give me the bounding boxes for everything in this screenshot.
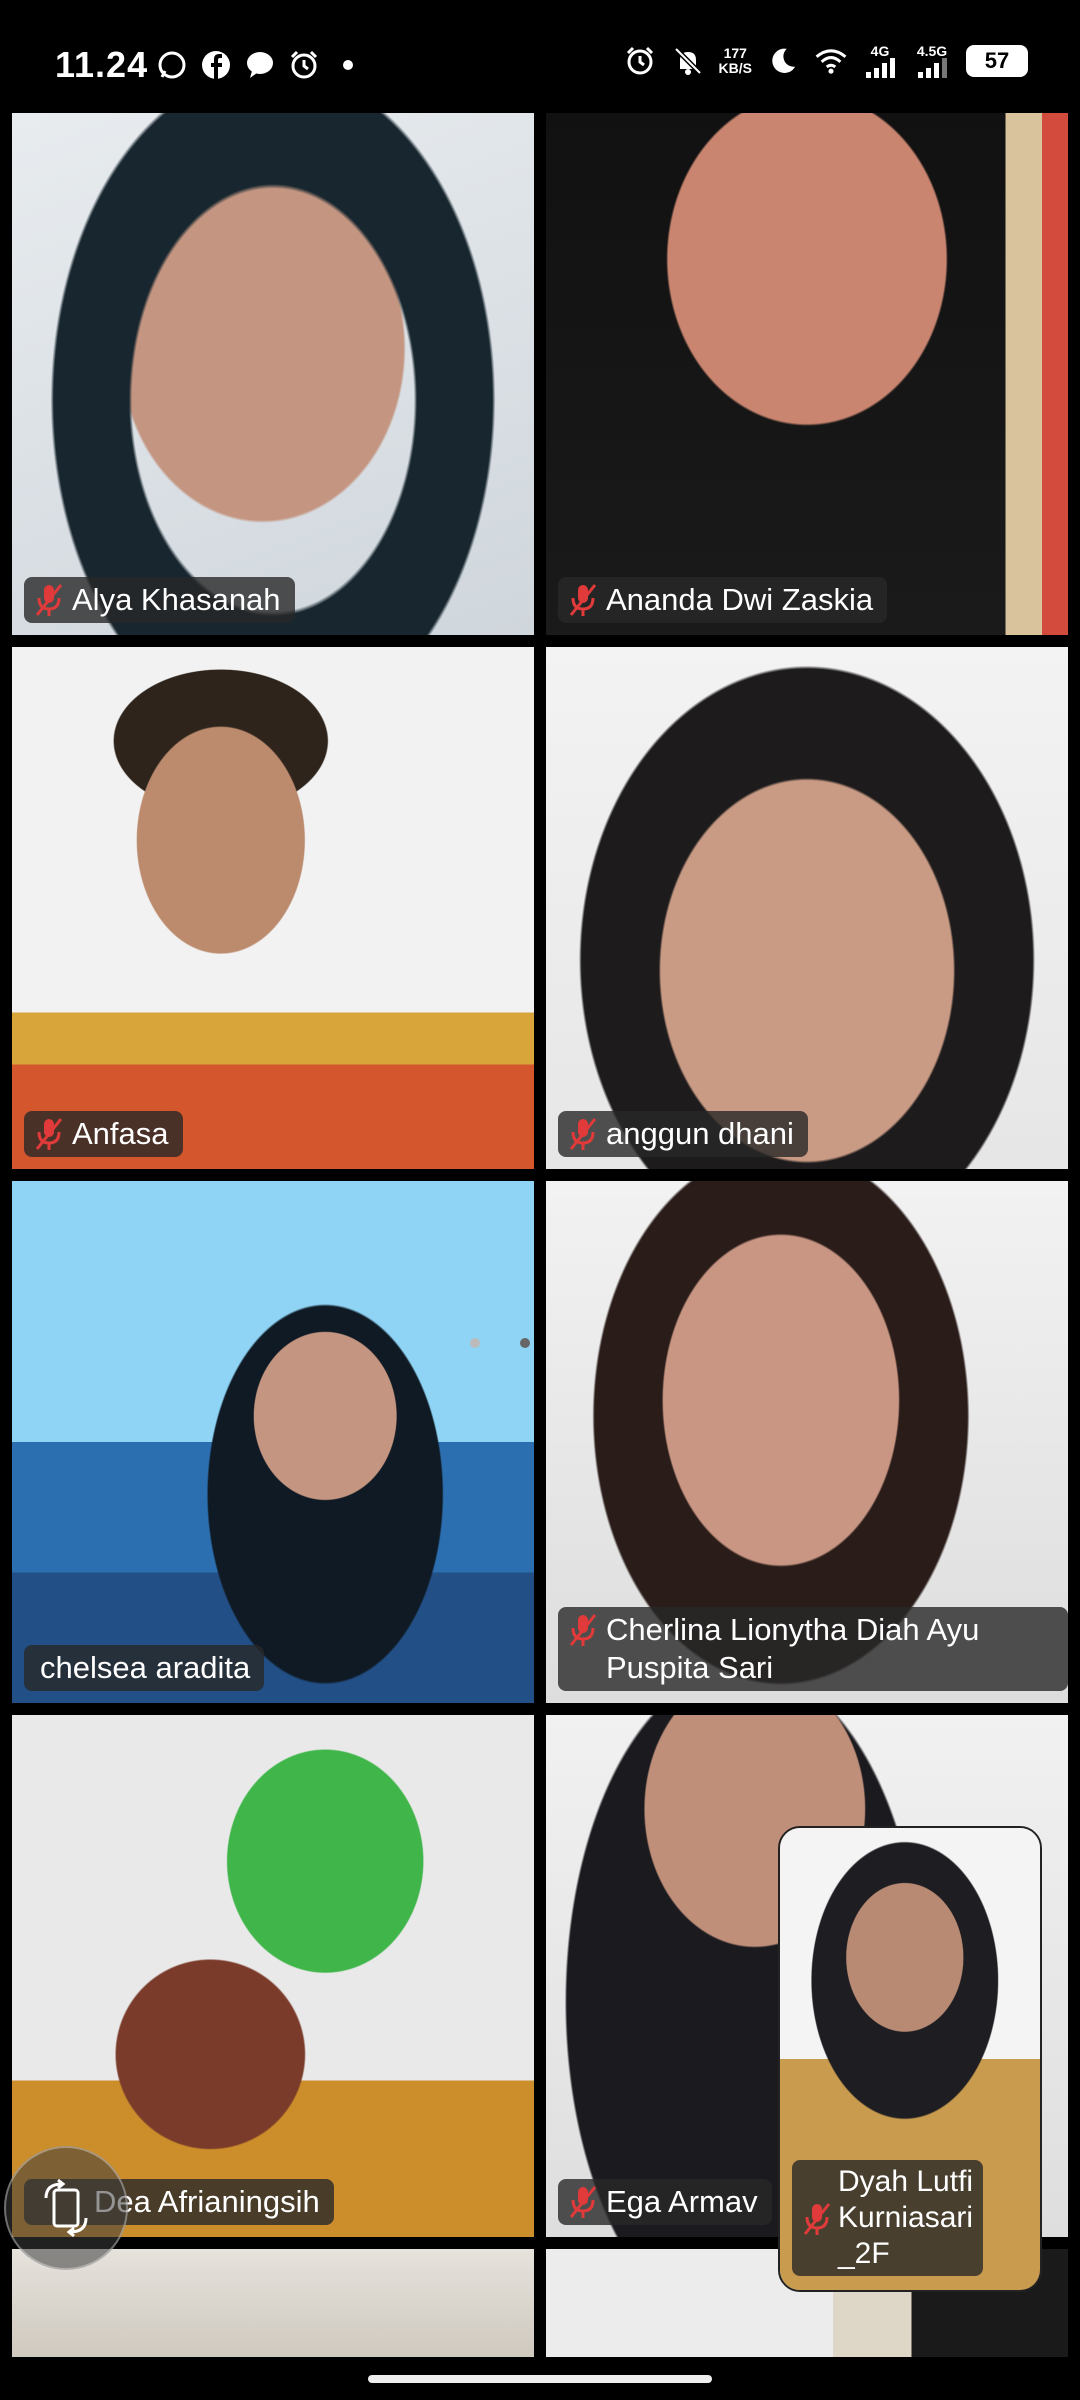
participant-tile[interactable]: anggun dhani — [546, 647, 1068, 1169]
wifi-icon — [814, 44, 848, 78]
notification-icons — [155, 48, 365, 82]
participant-tile[interactable]: Cherlina Lionytha Diah Ayu Puspita Sari — [546, 1181, 1068, 1703]
self-name-tag: Dyah Lutfi Kurniasari _2F — [792, 2160, 984, 2276]
status-bar: 11.24 177 KB/S 4G 4.5G 57 — [0, 0, 1080, 110]
moon-icon — [766, 44, 800, 78]
bell-off-icon — [671, 44, 705, 78]
self-view-preview[interactable]: Dyah Lutfi Kurniasari _2F — [778, 1826, 1042, 2292]
participant-name: Ega Armav — [606, 2184, 758, 2219]
signal-4g-icon: 4G — [862, 44, 898, 78]
participant-video — [12, 2249, 534, 2357]
rotate-screen-button[interactable] — [4, 2146, 128, 2270]
page-dot — [470, 1338, 480, 1348]
mic-muted-icon — [803, 2203, 831, 2235]
participant-name-tag: Cherlina Lionytha Diah Ayu Puspita Sari — [558, 1607, 1068, 1691]
network-speed: 177 KB/S — [718, 45, 752, 76]
background-shape — [546, 113, 1068, 635]
participant-name: Dea Afrianingsih — [94, 2184, 320, 2219]
alarm-icon — [287, 48, 321, 82]
participant-name: anggun dhani — [606, 1116, 794, 1151]
facebook-icon — [199, 48, 233, 82]
mic-muted-icon — [569, 584, 597, 616]
participant-name-tag: chelsea aradita — [24, 1645, 265, 1691]
hijab-shape — [12, 113, 534, 635]
system-icons: 177 KB/S 4G 4.5G 57 — [623, 44, 1028, 78]
participant-tile-partial[interactable] — [12, 2249, 534, 2357]
participant-name-tag: Anfasa — [24, 1111, 183, 1157]
participant-name: Ananda Dwi Zaskia — [606, 582, 874, 617]
participant-name: chelsea aradita — [40, 1650, 251, 1685]
participant-name: Alya Khasanah — [72, 582, 281, 617]
participant-video — [546, 647, 1068, 1169]
participant-tile[interactable]: Ananda Dwi Zaskia — [546, 113, 1068, 635]
page-dot — [520, 1338, 530, 1348]
more-dot — [331, 48, 365, 82]
mic-muted-icon — [569, 1118, 597, 1150]
self-name: Dyah Lutfi Kurniasari _2F — [838, 2165, 974, 2270]
whatsapp-icon — [155, 48, 189, 82]
page-indicator — [470, 1338, 530, 1348]
participant-name: Anfasa — [72, 1116, 169, 1151]
participant-video — [12, 1181, 534, 1703]
participant-name: Cherlina Lionytha Diah Ayu Puspita Sari — [606, 1612, 980, 1685]
participant-tile[interactable]: Alya Khasanah — [12, 113, 534, 635]
participant-tile[interactable]: Anfasa — [12, 647, 534, 1169]
battery-indicator: 57 — [966, 45, 1028, 77]
mic-muted-icon — [569, 1614, 597, 1646]
messenger-icon — [243, 48, 277, 82]
mic-muted-icon — [569, 2186, 597, 2218]
participant-name-tag: anggun dhani — [558, 1111, 808, 1157]
rotate-icon — [44, 2178, 88, 2238]
home-gesture-bar[interactable] — [368, 2375, 712, 2383]
mic-muted-icon — [35, 1118, 63, 1150]
participant-name-tag: Alya Khasanah — [24, 577, 295, 623]
participant-name-tag: Ega Armav — [558, 2179, 772, 2225]
participant-tile-active-speaker[interactable]: chelsea aradita — [12, 1181, 534, 1703]
clock: 11.24 — [55, 44, 149, 85]
alarm-icon — [623, 44, 657, 78]
mic-muted-icon — [35, 584, 63, 616]
signal-4-5g-icon: 4.5G — [912, 44, 952, 78]
participant-name-tag: Ananda Dwi Zaskia — [558, 577, 888, 623]
shirt-pattern — [12, 647, 534, 1169]
